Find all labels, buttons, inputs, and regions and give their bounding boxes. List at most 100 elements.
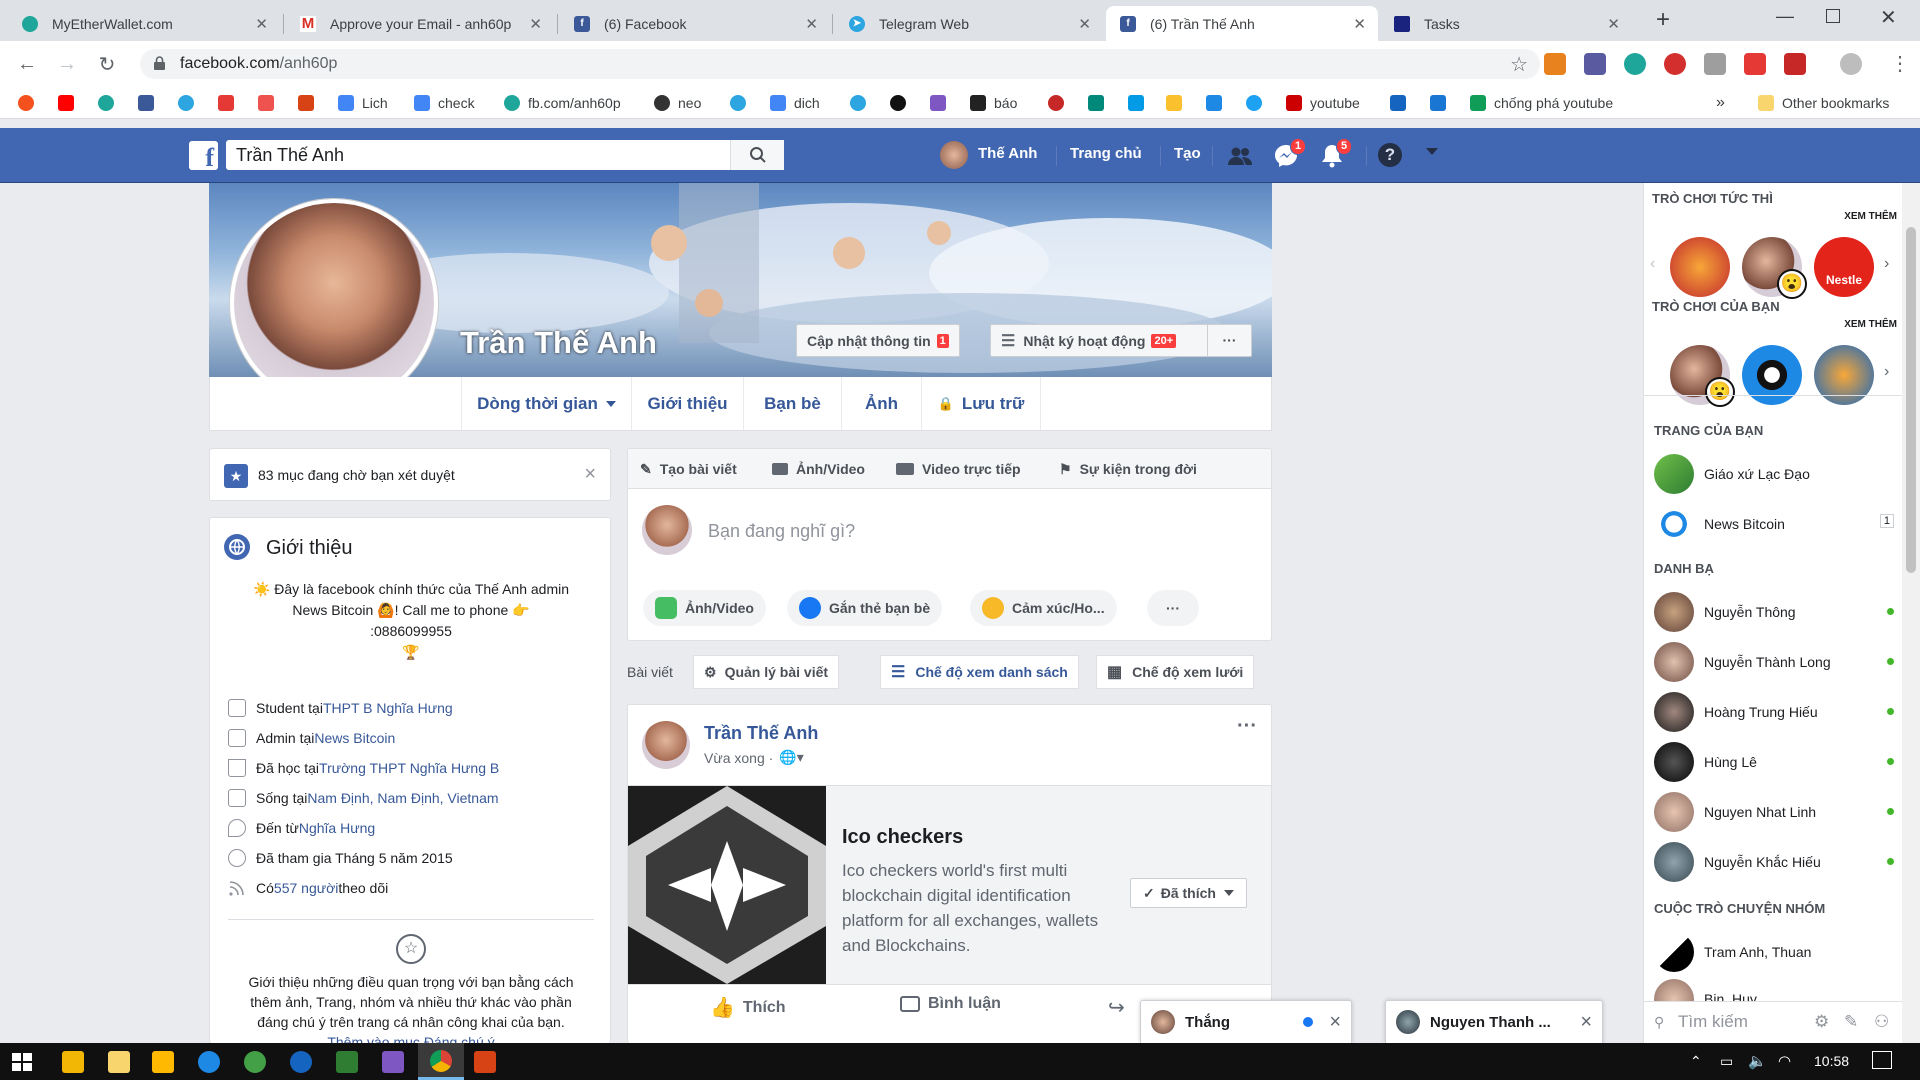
bookmark-icon[interactable] [218, 95, 234, 111]
browser-tab-telegram[interactable]: ➤ Telegram Web ✕ [835, 6, 1103, 41]
profile-picture[interactable] [230, 199, 438, 407]
bookmark-dich[interactable]: dich [770, 93, 820, 113]
volume-icon[interactable]: 🔈 [1748, 1052, 1767, 1070]
tab-friends[interactable]: Bạn bè [743, 377, 841, 430]
bookmark-icon[interactable] [1430, 95, 1446, 111]
tab-photos[interactable]: Ảnh [841, 377, 921, 430]
nestle-game-thumbnail[interactable]: Nestle [1814, 237, 1874, 297]
browser-tab-gmail[interactable]: M Approve your Email - anh60p ✕ [286, 6, 554, 41]
metamask-extension-icon[interactable] [1544, 53, 1566, 75]
browser-tab-tasks[interactable]: Tasks ✕ [1380, 6, 1632, 41]
facebook-icon[interactable] [138, 95, 154, 111]
store-icon[interactable] [152, 1051, 174, 1073]
facebook-logo-icon[interactable]: f [189, 141, 218, 172]
user-avatar[interactable] [940, 141, 968, 169]
close-window-button[interactable]: ✕ [1880, 5, 1897, 30]
sidebar-search-input[interactable]: Tìm kiếm [1678, 1012, 1748, 1032]
carousel-prev-icon[interactable]: ‹ [1650, 255, 1655, 273]
post-author-avatar[interactable] [642, 721, 690, 769]
close-tab-icon[interactable]: ✕ [529, 15, 542, 33]
group-icon[interactable]: ⚇ [1874, 1012, 1889, 1032]
telegram-icon[interactable] [850, 95, 866, 111]
see-more-your-games-link[interactable]: XEM THÊM [1844, 319, 1897, 330]
nav-create-link[interactable]: Tạo [1174, 145, 1201, 162]
tab-archive[interactable]: 🔒 Lưu trữ [921, 377, 1041, 430]
scrollbar[interactable] [1902, 183, 1920, 1043]
bookmark-icon[interactable] [890, 95, 906, 111]
close-tab-icon[interactable]: ✕ [1078, 15, 1091, 33]
new-message-icon[interactable]: ✎ [1844, 1012, 1858, 1032]
more-bookmarks-chevron[interactable]: » [1716, 93, 1725, 113]
bookmark-icon[interactable] [98, 95, 114, 111]
adblock-extension-icon[interactable] [1664, 53, 1686, 75]
search-icon[interactable] [730, 140, 784, 170]
close-tab-icon[interactable]: ✕ [1607, 15, 1620, 33]
page-giao-xu-lac-dao[interactable]: Giáo xứ Lạc Đạo [1654, 454, 1894, 494]
profile-name[interactable]: Trần Thế Anh [460, 325, 657, 361]
pill-feeling[interactable]: Cảm xúc/Ho... [970, 590, 1117, 626]
page-news-bitcoin[interactable]: News Bitcoin 1 [1654, 504, 1894, 544]
bookmark-icon[interactable] [1390, 95, 1406, 111]
bookmark-chong-pha-youtube[interactable]: chống phá youtube [1470, 93, 1613, 113]
tab-life-event[interactable]: ⚑ Sự kiện trong đời [1059, 449, 1197, 489]
bookmark-youtube[interactable]: youtube [1286, 93, 1360, 113]
forward-arrow-icon[interactable]: → [54, 51, 80, 77]
clock-time[interactable]: 10:58 [1814, 1053, 1849, 1069]
close-tab-icon[interactable]: ✕ [255, 15, 268, 33]
shared-page-title[interactable]: Ico checkers [842, 826, 963, 849]
bookmark-icon[interactable] [930, 95, 946, 111]
bookmark-neo[interactable]: neo [654, 93, 701, 113]
gear-icon[interactable]: ⚙ [1814, 1012, 1829, 1032]
nav-profile-link[interactable]: Thế Anh [978, 145, 1037, 162]
taskbar-app-icon[interactable] [336, 1051, 358, 1073]
update-info-button[interactable]: Cập nhật thông tin 1 [796, 324, 960, 357]
see-more-games-link[interactable]: XEM THÊM [1844, 211, 1897, 222]
telegram-icon[interactable] [730, 95, 746, 111]
globe-privacy-icon[interactable]: 🌐▾ [779, 749, 803, 766]
tab-live-video[interactable]: Video trực tiếp [896, 449, 1021, 489]
manage-posts-button[interactable]: ⚙ Quản lý bài viết [693, 655, 840, 689]
game-thumbnail[interactable] [1814, 345, 1874, 405]
profile-avatar-icon[interactable] [1840, 53, 1862, 75]
shared-page-preview[interactable]: Ico checkers Ico checkers world's first … [628, 785, 1271, 985]
grid-view-button[interactable]: ▦ Chế độ xem lưới [1096, 655, 1255, 689]
contact-item[interactable]: Nguyễn Thành Long [1654, 642, 1894, 682]
game-thumbnail[interactable] [1670, 237, 1730, 297]
reload-icon[interactable]: ↻ [94, 51, 120, 77]
browser-tab-facebook[interactable]: f (6) Facebook ✕ [560, 6, 830, 41]
help-icon[interactable]: ? [1378, 143, 1402, 167]
bookmark-lich[interactable]: Lich [338, 93, 388, 113]
star-bookmark-icon[interactable]: ☆ [1510, 52, 1528, 77]
tab-photo-video[interactable]: Ảnh/Video [772, 449, 865, 489]
battery-icon[interactable]: ▭ [1720, 1053, 1733, 1070]
notifications-center-icon[interactable] [1872, 1051, 1892, 1069]
menu-kebab-icon[interactable]: ⋮ [1890, 51, 1910, 76]
contact-item[interactable]: Hoàng Trung Hiếu [1654, 692, 1894, 732]
windows-start-icon[interactable] [12, 1053, 32, 1071]
extension-icon[interactable] [1784, 53, 1806, 75]
add-featured-link[interactable]: Thêm vào mục Đáng chú ý [210, 1032, 610, 1043]
back-arrow-icon[interactable]: ← [14, 51, 40, 77]
bookmark-icon[interactable] [298, 95, 314, 111]
file-explorer-icon[interactable] [108, 1051, 130, 1073]
url-bar[interactable]: facebook.com/anh60p ☆ [140, 49, 1540, 79]
taskbar-app-icon[interactable] [244, 1051, 266, 1073]
pill-photo-video[interactable]: Ảnh/Video [643, 590, 766, 626]
browser-tab-profile-active[interactable]: f (6) Trần Thế Anh ✕ [1106, 6, 1378, 41]
chat-tab-thang[interactable]: Thắng × [1140, 1000, 1352, 1043]
extension-icon[interactable] [1584, 53, 1606, 75]
bookmark-icon[interactable] [258, 95, 274, 111]
more-options-button[interactable]: ··· [1207, 325, 1251, 356]
tab-create-post[interactable]: ✎ Tạo bài viết [640, 449, 737, 489]
activity-log-button[interactable]: ☰ Nhật ký hoạt động 20+ ··· [990, 324, 1252, 357]
comment-button[interactable]: Bình luận [900, 995, 1001, 1013]
taskbar-app-icon[interactable] [290, 1051, 312, 1073]
contact-item[interactable]: Nguyen Nhat Linh [1654, 792, 1894, 832]
youtube-icon[interactable] [58, 95, 74, 111]
group-chat-item[interactable]: Tram Anh, Thuan [1654, 932, 1894, 972]
close-chat-icon[interactable]: × [1580, 1011, 1592, 1034]
extension-icon[interactable] [1704, 53, 1726, 75]
contact-item[interactable]: Hùng Lê [1654, 742, 1894, 782]
bookmark-icon[interactable] [1166, 95, 1182, 111]
post-author-name[interactable]: Trần Thế Anh [704, 723, 818, 744]
